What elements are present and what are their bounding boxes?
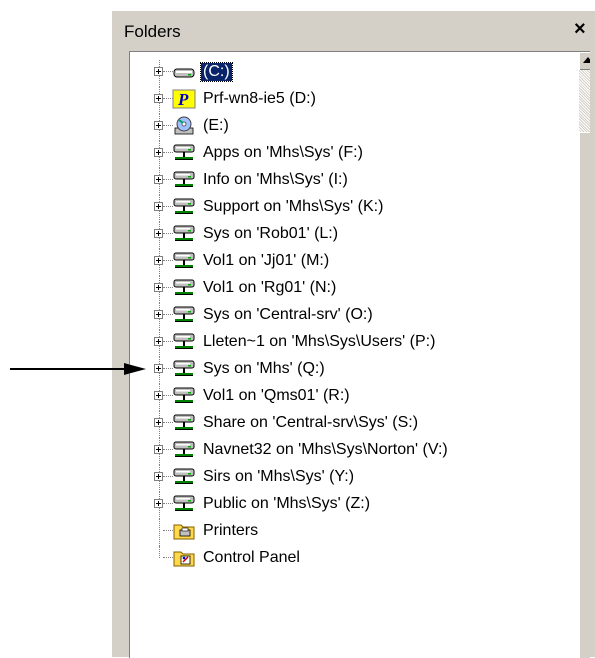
- tree-item[interactable]: Sys on 'Rob01' (L:): [130, 222, 575, 249]
- network-drive-icon: [172, 493, 196, 515]
- tree-item[interactable]: Control Panel: [130, 546, 575, 572]
- expand-plus-icon[interactable]: [154, 202, 163, 211]
- pointer-arrow-shaft: [10, 368, 134, 370]
- cd-rom-icon: [172, 115, 196, 137]
- tree-item[interactable]: Sirs on 'Mhs\Sys' (Y:): [130, 465, 575, 492]
- tree-item[interactable]: Navnet32 on 'Mhs\Sys\Norton' (V:): [130, 438, 575, 465]
- tree-item-label: Sys on 'Mhs' (Q:): [203, 360, 325, 377]
- expand-plus-icon[interactable]: [154, 229, 163, 238]
- tree-item-label: Apps on 'Mhs\Sys' (F:): [203, 144, 363, 161]
- control-panel-icon: [172, 547, 196, 569]
- folders-panel: Folders × Control Panel Printers Public on…: [112, 11, 595, 658]
- network-drive-icon: [172, 412, 196, 434]
- svg-text:P: P: [177, 90, 189, 109]
- network-drive-icon: [172, 250, 196, 272]
- expand-plus-icon[interactable]: [154, 67, 163, 76]
- tree-item-label: Control Panel: [203, 549, 300, 566]
- expand-plus-icon[interactable]: [154, 418, 163, 427]
- expand-plus-icon[interactable]: [154, 175, 163, 184]
- scroll-up-button[interactable]: [579, 52, 590, 70]
- tree-item-label: Sirs on 'Mhs\Sys' (Y:): [203, 468, 355, 485]
- tree-item-label: Support on 'Mhs\Sys' (K:): [203, 198, 384, 215]
- arrow-up-icon: [583, 57, 590, 63]
- expand-plus-icon[interactable]: [154, 499, 163, 508]
- vertical-scrollbar[interactable]: [579, 52, 590, 658]
- network-drive-icon: [172, 142, 196, 164]
- tree-connector-line: [159, 519, 160, 546]
- expand-plus-icon[interactable]: [154, 256, 163, 265]
- tree-item[interactable]: P Prf-wn8-ie5 (D:): [130, 87, 575, 114]
- tree-item[interactable]: Apps on 'Mhs\Sys' (F:): [130, 141, 575, 168]
- tree-item[interactable]: Info on 'Mhs\Sys' (I:): [130, 168, 575, 195]
- tree-item-label: Public on 'Mhs\Sys' (Z:): [203, 495, 371, 512]
- tree-item[interactable]: Sys on 'Central-srv' (O:): [130, 303, 575, 330]
- tree-item[interactable]: Share on 'Central-srv\Sys' (S:): [130, 411, 575, 438]
- expand-plus-icon[interactable]: [154, 283, 163, 292]
- tree-item[interactable]: (C:): [130, 60, 575, 87]
- tree-item[interactable]: Vol1 on 'Jj01' (M:): [130, 249, 575, 276]
- network-drive-icon: [172, 304, 196, 326]
- tree-item-label: Lleten~1 on 'Mhs\Sys\Users' (P:): [203, 333, 436, 350]
- expand-plus-icon[interactable]: [154, 364, 163, 373]
- expand-plus-icon[interactable]: [154, 310, 163, 319]
- tree-item-label: Navnet32 on 'Mhs\Sys\Norton' (V:): [203, 441, 448, 458]
- expand-plus-icon[interactable]: [154, 391, 163, 400]
- expand-plus-icon[interactable]: [154, 121, 163, 130]
- panel-title: Folders: [124, 22, 181, 41]
- scroll-thumb[interactable]: [579, 132, 590, 658]
- tree-item-label: Prf-wn8-ie5 (D:): [203, 90, 316, 107]
- network-drive-icon: [172, 277, 196, 299]
- tree-item-label: Printers: [203, 522, 259, 539]
- tree-item[interactable]: Support on 'Mhs\Sys' (K:): [130, 195, 575, 222]
- hard-drive-icon: [172, 61, 196, 83]
- tree-item[interactable]: Printers: [130, 519, 575, 546]
- tree-item-label: (C:): [200, 62, 233, 82]
- printers-folder-icon: [172, 520, 196, 542]
- expand-plus-icon[interactable]: [154, 445, 163, 454]
- network-drive-icon: [172, 385, 196, 407]
- tree-item[interactable]: Lleten~1 on 'Mhs\Sys\Users' (P:): [130, 330, 575, 357]
- tree-item-label: Sys on 'Central-srv' (O:): [203, 306, 373, 323]
- network-drive-icon: [172, 466, 196, 488]
- tree-item-label: Vol1 on 'Jj01' (M:): [203, 252, 330, 269]
- network-drive-icon: [172, 331, 196, 353]
- network-drive-icon: [172, 223, 196, 245]
- expand-plus-icon[interactable]: [154, 148, 163, 157]
- network-drive-icon: [172, 169, 196, 191]
- pointer-arrow-icon: [124, 363, 146, 375]
- tree-item-label: Sys on 'Rob01' (L:): [203, 225, 339, 242]
- close-icon[interactable]: ×: [574, 18, 586, 40]
- network-drive-icon: [172, 439, 196, 461]
- expand-plus-icon[interactable]: [154, 472, 163, 481]
- tree-item[interactable]: Vol1 on 'Qms01' (R:): [130, 384, 575, 411]
- expand-plus-icon[interactable]: [154, 94, 163, 103]
- tree-item-label: Vol1 on 'Qms01' (R:): [203, 387, 350, 404]
- tree-item[interactable]: (E:): [130, 114, 575, 141]
- tree-item[interactable]: Sys on 'Mhs' (Q:): [130, 357, 575, 384]
- tree-item-label: Share on 'Central-srv\Sys' (S:): [203, 414, 419, 431]
- folder-tree: Control Panel Printers Public on 'Mhs\Sys'…: [129, 51, 590, 658]
- tree-item-label: Vol1 on 'Rg01' (N:): [203, 279, 337, 296]
- cd-drive-p-icon: P: [172, 88, 196, 110]
- network-drive-icon: [172, 358, 196, 380]
- panel-header: Folders ×: [112, 11, 595, 51]
- tree-connector-line: [159, 546, 160, 558]
- tree-item[interactable]: Public on 'Mhs\Sys' (Z:): [130, 492, 575, 519]
- tree-item[interactable]: Vol1 on 'Rg01' (N:): [130, 276, 575, 303]
- network-drive-icon: [172, 196, 196, 218]
- tree-item-label: Info on 'Mhs\Sys' (I:): [203, 171, 348, 188]
- expand-plus-icon[interactable]: [154, 337, 163, 346]
- tree-item-label: (E:): [203, 117, 229, 134]
